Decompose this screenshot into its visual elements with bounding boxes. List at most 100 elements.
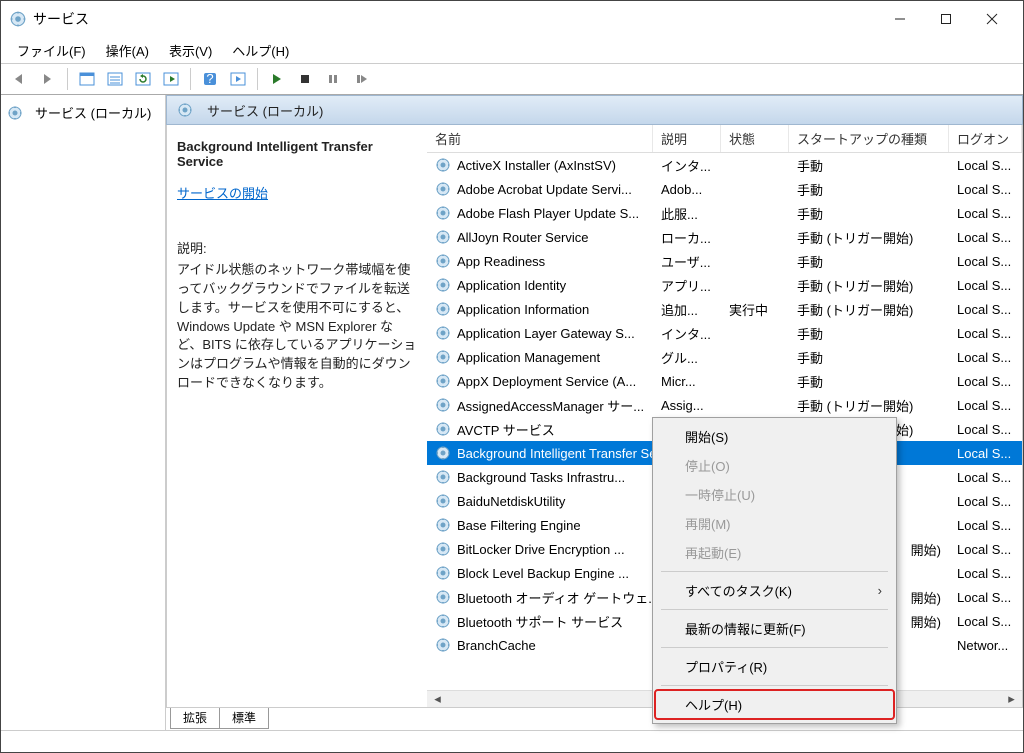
gear-icon: [435, 493, 451, 509]
service-desc: インタ...: [653, 321, 721, 345]
action-button[interactable]: [225, 66, 251, 92]
gear-icon: [435, 397, 451, 413]
ctx-refresh[interactable]: 最新の情報に更新(F): [655, 614, 894, 643]
service-startup: 手動: [789, 177, 949, 201]
service-desc: ユーザ...: [653, 249, 721, 273]
ctx-all-tasks[interactable]: すべてのタスク(K)›: [655, 576, 894, 605]
stop-button[interactable]: [292, 66, 318, 92]
service-startup: 手動 (トリガー開始): [789, 273, 949, 297]
tab-standard[interactable]: 標準: [219, 708, 269, 729]
gear-icon: [7, 105, 23, 121]
service-name: BranchCache: [457, 638, 536, 653]
service-logon: Local S...: [949, 153, 1022, 177]
service-row[interactable]: Application Identityアプリ...手動 (トリガー開始)Loc…: [427, 273, 1022, 297]
right-pane: サービス (ローカル) Background Intelligent Trans…: [166, 95, 1023, 730]
help-button[interactable]: ?: [197, 66, 223, 92]
service-logon: Local S...: [949, 177, 1022, 201]
submenu-arrow-icon: ›: [878, 583, 882, 598]
service-row[interactable]: App Readinessユーザ...手動Local S...: [427, 249, 1022, 273]
service-logon: Local S...: [949, 345, 1022, 369]
export-button[interactable]: [158, 66, 184, 92]
service-state: [721, 249, 789, 273]
restart-button[interactable]: [348, 66, 374, 92]
status-bar: [1, 730, 1023, 752]
service-startup: 手動 (トリガー開始): [789, 297, 949, 321]
col-state[interactable]: 状態: [721, 125, 789, 152]
menu-action[interactable]: 操作(A): [96, 38, 159, 63]
close-button[interactable]: [969, 4, 1015, 34]
gear-icon: [435, 517, 451, 533]
pane-title: サービス (ローカル): [207, 101, 323, 120]
gear-icon: [177, 102, 193, 118]
ctx-start[interactable]: 開始(S): [655, 422, 894, 451]
service-row[interactable]: AssignedAccessManager サー... Assig... 手動 (ト…: [427, 393, 1022, 417]
show-hide-tree-button[interactable]: [74, 66, 100, 92]
service-startup: 手動: [789, 249, 949, 273]
service-state: [721, 153, 789, 177]
service-row[interactable]: Adobe Flash Player Update S...此服...手動Loc…: [427, 201, 1022, 225]
service-logon: Networ...: [949, 633, 1022, 657]
maximize-button[interactable]: [923, 4, 969, 34]
service-logon: Local S...: [949, 513, 1022, 537]
forward-button[interactable]: [35, 66, 61, 92]
col-startup[interactable]: スタートアップの種類: [789, 125, 949, 152]
service-name: App Readiness: [457, 254, 545, 269]
menu-file[interactable]: ファイル(F): [7, 38, 96, 63]
col-description[interactable]: 説明: [653, 125, 721, 152]
gear-icon: [435, 157, 451, 173]
service-logon: Local S...: [949, 465, 1022, 489]
start-service-link[interactable]: サービスの開始: [177, 183, 268, 202]
service-desc: Assig...: [653, 393, 721, 417]
toolbar-separator: [257, 68, 258, 90]
service-row[interactable]: AppX Deployment Service (A...Micr...手動Lo…: [427, 369, 1022, 393]
col-logon[interactable]: ログオン: [949, 125, 1022, 152]
service-row[interactable]: ActiveX Installer (AxInstSV)インタ...手動Loca…: [427, 153, 1022, 177]
service-row[interactable]: AllJoyn Router Serviceローカ...手動 (トリガー開始)L…: [427, 225, 1022, 249]
tree-item-services-local[interactable]: サービス (ローカル): [1, 99, 165, 126]
service-row[interactable]: Adobe Acrobat Update Servi...Adob...手動Lo…: [427, 177, 1022, 201]
service-state: [721, 393, 789, 417]
col-name[interactable]: 名前: [427, 125, 653, 152]
service-row[interactable]: Application Information追加...実行中手動 (トリガー開…: [427, 297, 1022, 321]
pause-button[interactable]: [320, 66, 346, 92]
service-row[interactable]: Application Layer Gateway S...インタ...手動Lo…: [427, 321, 1022, 345]
service-startup: 手動: [789, 369, 949, 393]
service-name: Application Management: [457, 350, 600, 365]
menu-view[interactable]: 表示(V): [159, 38, 222, 63]
menu-help[interactable]: ヘルプ(H): [222, 38, 299, 63]
service-state: [721, 225, 789, 249]
properties-button[interactable]: [102, 66, 128, 92]
ctx-help[interactable]: ヘルプ(H): [655, 690, 894, 719]
service-row[interactable]: Application Managementグル...手動Local S...: [427, 345, 1022, 369]
scroll-right-icon[interactable]: ▸: [1003, 692, 1020, 707]
scroll-left-icon[interactable]: ◂: [429, 692, 446, 707]
gear-icon: [435, 325, 451, 341]
titlebar: サービス: [1, 1, 1023, 37]
service-desc: 追加...: [653, 297, 721, 321]
service-name: Background Tasks Infrastru...: [457, 470, 625, 485]
service-name: AssignedAccessManager サー...: [457, 396, 644, 415]
back-button[interactable]: [7, 66, 33, 92]
service-name: Adobe Acrobat Update Servi...: [457, 182, 632, 197]
service-desc: 此服...: [653, 201, 721, 225]
gear-icon: [435, 205, 451, 221]
service-startup: 手動: [789, 321, 949, 345]
gear-icon: [435, 253, 451, 269]
tab-extended[interactable]: 拡張: [170, 708, 220, 729]
service-name: BitLocker Drive Encryption ...: [457, 542, 625, 557]
service-name: BaiduNetdiskUtility: [457, 494, 565, 509]
svg-text:?: ?: [206, 71, 213, 86]
play-button[interactable]: [264, 66, 290, 92]
minimize-button[interactable]: [877, 4, 923, 34]
service-startup: 手動 (トリガー開始): [789, 393, 949, 417]
ctx-properties[interactable]: プロパティ(R): [655, 652, 894, 681]
services-icon: [9, 10, 27, 28]
service-name: AppX Deployment Service (A...: [457, 374, 636, 389]
refresh-button[interactable]: [130, 66, 156, 92]
ctx-pause: 一時停止(U): [655, 480, 894, 509]
tree-pane: サービス (ローカル): [1, 95, 166, 730]
service-desc: Micr...: [653, 369, 721, 393]
ctx-restart: 再起動(E): [655, 538, 894, 567]
service-name: Adobe Flash Player Update S...: [457, 206, 639, 221]
service-logon: Local S...: [949, 417, 1022, 441]
